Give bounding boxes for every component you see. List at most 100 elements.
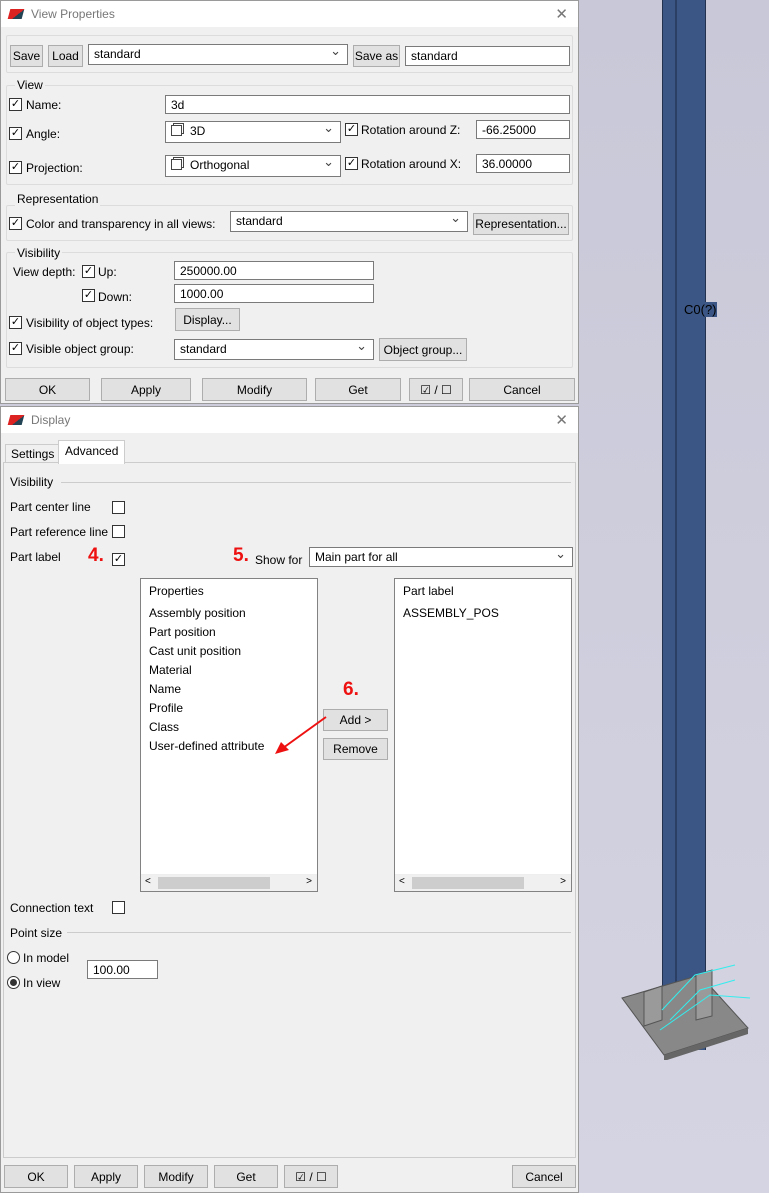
up-checkbox[interactable]: ✓ — [82, 265, 95, 278]
point-size-heading: Point size — [10, 926, 63, 940]
save-as-input[interactable]: standard — [405, 46, 570, 66]
view-depth-label: View depth: — [13, 265, 76, 279]
dialog-title: Display — [31, 413, 71, 427]
angle-checkbox[interactable]: ✓ — [9, 127, 22, 140]
apply-button[interactable]: Apply — [74, 1165, 138, 1188]
add-button[interactable]: Add > — [323, 709, 388, 731]
show-for-select[interactable]: Main part for all — [309, 547, 573, 567]
representation-button[interactable]: Representation... — [473, 213, 569, 235]
name-checkbox[interactable]: ✓ — [9, 98, 22, 111]
list-item[interactable]: Part position — [141, 623, 317, 642]
object-group-button[interactable]: Object group... — [379, 338, 467, 361]
display-button[interactable]: Display... — [175, 308, 240, 331]
list-item[interactable]: Material — [141, 661, 317, 680]
load-button[interactable]: Load — [48, 45, 83, 67]
tab-advanced[interactable]: Advanced — [58, 440, 126, 464]
color-select[interactable]: standard — [230, 211, 468, 232]
angle-label: Angle: — [26, 127, 61, 141]
tab-settings[interactable]: Settings — [5, 444, 61, 463]
step-5-annotation: 5. — [233, 545, 249, 566]
divider — [67, 932, 571, 933]
close-icon[interactable]: ✕ — [555, 5, 568, 23]
down-checkbox[interactable]: ✓ — [82, 289, 95, 302]
name-input[interactable]: 3d — [165, 95, 570, 114]
rotation-z-label: Rotation around Z: — [361, 123, 461, 137]
title-bar: Display ✕ — [1, 407, 578, 433]
rotation-x-input[interactable]: 36.00000 — [476, 154, 570, 173]
save-button[interactable]: Save — [10, 45, 43, 67]
rotation-x-checkbox[interactable]: ✓ — [345, 157, 358, 170]
horizontal-scrollbar[interactable]: < > — [395, 874, 571, 891]
column-label: C0(?) — [684, 302, 717, 317]
list-item[interactable]: Cast unit position — [141, 642, 317, 661]
cancel-button[interactable]: Cancel — [469, 378, 575, 401]
list-item[interactable]: ASSEMBLY_POS — [395, 604, 571, 623]
projection-select[interactable]: Orthogonal — [165, 155, 341, 177]
dialog-title: View Properties — [31, 7, 115, 21]
app-logo-icon — [7, 9, 25, 19]
part-reference-line-label: Part reference line — [10, 525, 109, 539]
angle-value: 3D — [190, 124, 206, 138]
up-label: Up: — [98, 265, 117, 279]
point-size-input[interactable]: 100.00 — [87, 960, 158, 979]
rotation-z-input[interactable]: -66.25000 — [476, 120, 570, 139]
divider — [61, 482, 571, 483]
color-checkbox[interactable]: ✓ — [9, 217, 22, 230]
toggle-all-button[interactable]: ☑ / ☐ — [284, 1165, 338, 1188]
object-group-checkbox[interactable]: ✓ — [9, 342, 22, 355]
in-model-radio[interactable] — [7, 951, 20, 964]
properties-header: Properties — [149, 584, 204, 598]
object-group-select[interactable]: standard — [174, 339, 374, 360]
object-types-checkbox[interactable]: ✓ — [9, 316, 22, 329]
model-column — [662, 0, 706, 1050]
down-input[interactable]: 1000.00 — [174, 284, 374, 303]
step-6-annotation: 6. — [343, 679, 359, 700]
rotation-z-checkbox[interactable]: ✓ — [345, 123, 358, 136]
column-edge — [675, 0, 677, 1050]
display-dialog: Display ✕ Settings Advanced Visibility Pa… — [0, 406, 579, 1193]
in-view-radio[interactable] — [7, 976, 20, 989]
color-label: Color and transparency in all views: — [26, 217, 216, 231]
toggle-all-button[interactable]: ☑ / ☐ — [409, 378, 463, 401]
part-label-list[interactable]: Part label ASSEMBLY_POS < > — [394, 578, 572, 892]
horizontal-scrollbar[interactable]: < > — [141, 874, 317, 891]
remove-button[interactable]: Remove — [323, 738, 388, 760]
part-center-line-checkbox[interactable] — [112, 501, 125, 514]
view-properties-dialog: View Properties ✕ Save Load standard Save… — [0, 0, 579, 404]
list-item[interactable]: Name — [141, 680, 317, 699]
modify-button[interactable]: Modify — [144, 1165, 208, 1188]
preset-select[interactable]: standard — [88, 44, 348, 65]
part-reference-line-checkbox[interactable] — [112, 525, 125, 538]
object-group-label: Visible object group: — [26, 342, 134, 356]
get-button[interactable]: Get — [214, 1165, 278, 1188]
up-input[interactable]: 250000.00 — [174, 261, 374, 280]
get-button[interactable]: Get — [315, 378, 401, 401]
arrow-annotation — [275, 716, 327, 754]
save-as-button[interactable]: Save as — [353, 45, 400, 67]
modify-button[interactable]: Modify — [202, 378, 307, 401]
connection-text-checkbox[interactable] — [112, 901, 125, 914]
in-view-label: In view — [23, 976, 61, 990]
visibility-heading: Visibility — [10, 475, 54, 489]
visibility-group-label: Visibility — [15, 246, 63, 260]
name-label: Name: — [26, 98, 62, 112]
cube-icon — [171, 159, 182, 170]
part-label-header: Part label — [403, 584, 454, 598]
connection-text-label: Connection text — [10, 901, 94, 915]
projection-label: Projection: — [26, 161, 83, 175]
base-plate — [621, 964, 751, 1060]
projection-value: Orthogonal — [190, 158, 250, 172]
ok-button[interactable]: OK — [5, 378, 90, 401]
projection-checkbox[interactable]: ✓ — [9, 161, 22, 174]
show-for-label: Show for — [255, 553, 303, 567]
cancel-button[interactable]: Cancel — [512, 1165, 576, 1188]
part-center-line-label: Part center line — [10, 500, 91, 514]
part-label-checkbox[interactable]: ✓ — [112, 553, 125, 566]
cube-icon — [171, 125, 182, 136]
ok-button[interactable]: OK — [4, 1165, 68, 1188]
close-icon[interactable]: ✕ — [555, 411, 568, 429]
angle-select[interactable]: 3D — [165, 121, 341, 143]
list-item[interactable]: Assembly position — [141, 604, 317, 623]
apply-button[interactable]: Apply — [101, 378, 191, 401]
in-model-label: In model — [23, 951, 70, 965]
